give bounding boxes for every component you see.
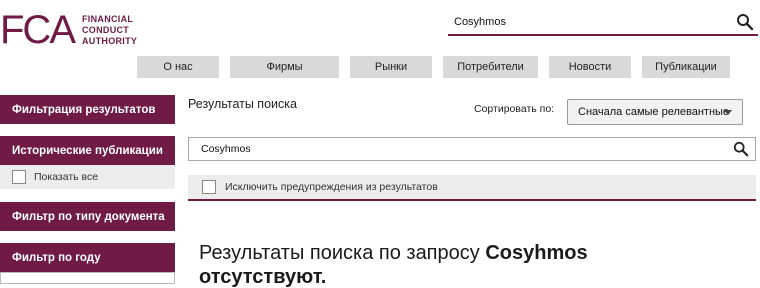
- main-nav: О нас Фирмы Рынки Потребители Новости Публика…: [137, 56, 741, 78]
- sidebar: Фильтрация результатов Исторические публ…: [0, 95, 175, 284]
- year-filter-button[interactable]: Фильтр по году: [0, 243, 175, 272]
- nav-item-3[interactable]: Потребители: [443, 56, 538, 78]
- logo-line-2: CONDUCT: [82, 24, 130, 35]
- header-search: [448, 10, 758, 36]
- sort-select[interactable]: Сначала самые релевантные: [567, 99, 743, 125]
- sort-label: Сортировать по:: [474, 103, 555, 115]
- exclude-warnings-option[interactable]: Исключить предупреждения из результатов: [188, 175, 756, 199]
- checkbox-icon[interactable]: [202, 180, 216, 194]
- search-icon[interactable]: [733, 141, 749, 157]
- year-filter-field[interactable]: [0, 272, 175, 284]
- nav-item-4[interactable]: Новости: [549, 56, 631, 78]
- sort-select-value: Сначала самые релевантные: [578, 106, 730, 118]
- checkbox-icon[interactable]: [12, 170, 26, 184]
- header-search-input[interactable]: [448, 10, 728, 34]
- nav-item-1[interactable]: Фирмы: [230, 56, 339, 78]
- search-icon[interactable]: [736, 13, 754, 31]
- chevron-down-icon: [724, 110, 732, 115]
- exclude-warnings-label: Исключить предупреждения из результатов: [225, 181, 438, 193]
- page-title: Результаты поиска: [188, 97, 297, 111]
- nav-item-5[interactable]: Публикации: [642, 56, 730, 78]
- results-search-input[interactable]: [189, 138, 709, 160]
- no-results-suffix: отсутствуют.: [199, 266, 327, 288]
- historic-publications-button[interactable]: Исторические публикации: [0, 136, 175, 165]
- logo-line-1: FINANCIAL: [82, 13, 134, 24]
- logo-line-3: AUTHORITY: [82, 35, 138, 46]
- results-search: [188, 137, 756, 161]
- show-all-label: Показать все: [34, 171, 99, 183]
- divider: [188, 199, 756, 201]
- logo-text: FINANCIAL CONDUCT AUTHORITY: [82, 14, 137, 47]
- filter-results-button[interactable]: Фильтрация результатов: [0, 95, 175, 124]
- nav-item-2[interactable]: Рынки: [350, 56, 432, 78]
- no-results-prefix: Результаты поиска по запросу: [199, 242, 486, 264]
- nav-item-0[interactable]: О нас: [137, 56, 219, 78]
- doc-type-filter-button[interactable]: Фильтр по типу документа: [0, 202, 175, 231]
- logo-mark: FCA: [0, 8, 76, 52]
- show-all-option[interactable]: Показать все: [0, 165, 175, 189]
- no-results-query: Cosyhmos: [485, 242, 588, 264]
- no-results-message: Результаты поиска по запросу Cosyhmos от…: [199, 241, 719, 288]
- fca-logo[interactable]: FCA FINANCIAL CONDUCT AUTHORITY: [0, 10, 137, 50]
